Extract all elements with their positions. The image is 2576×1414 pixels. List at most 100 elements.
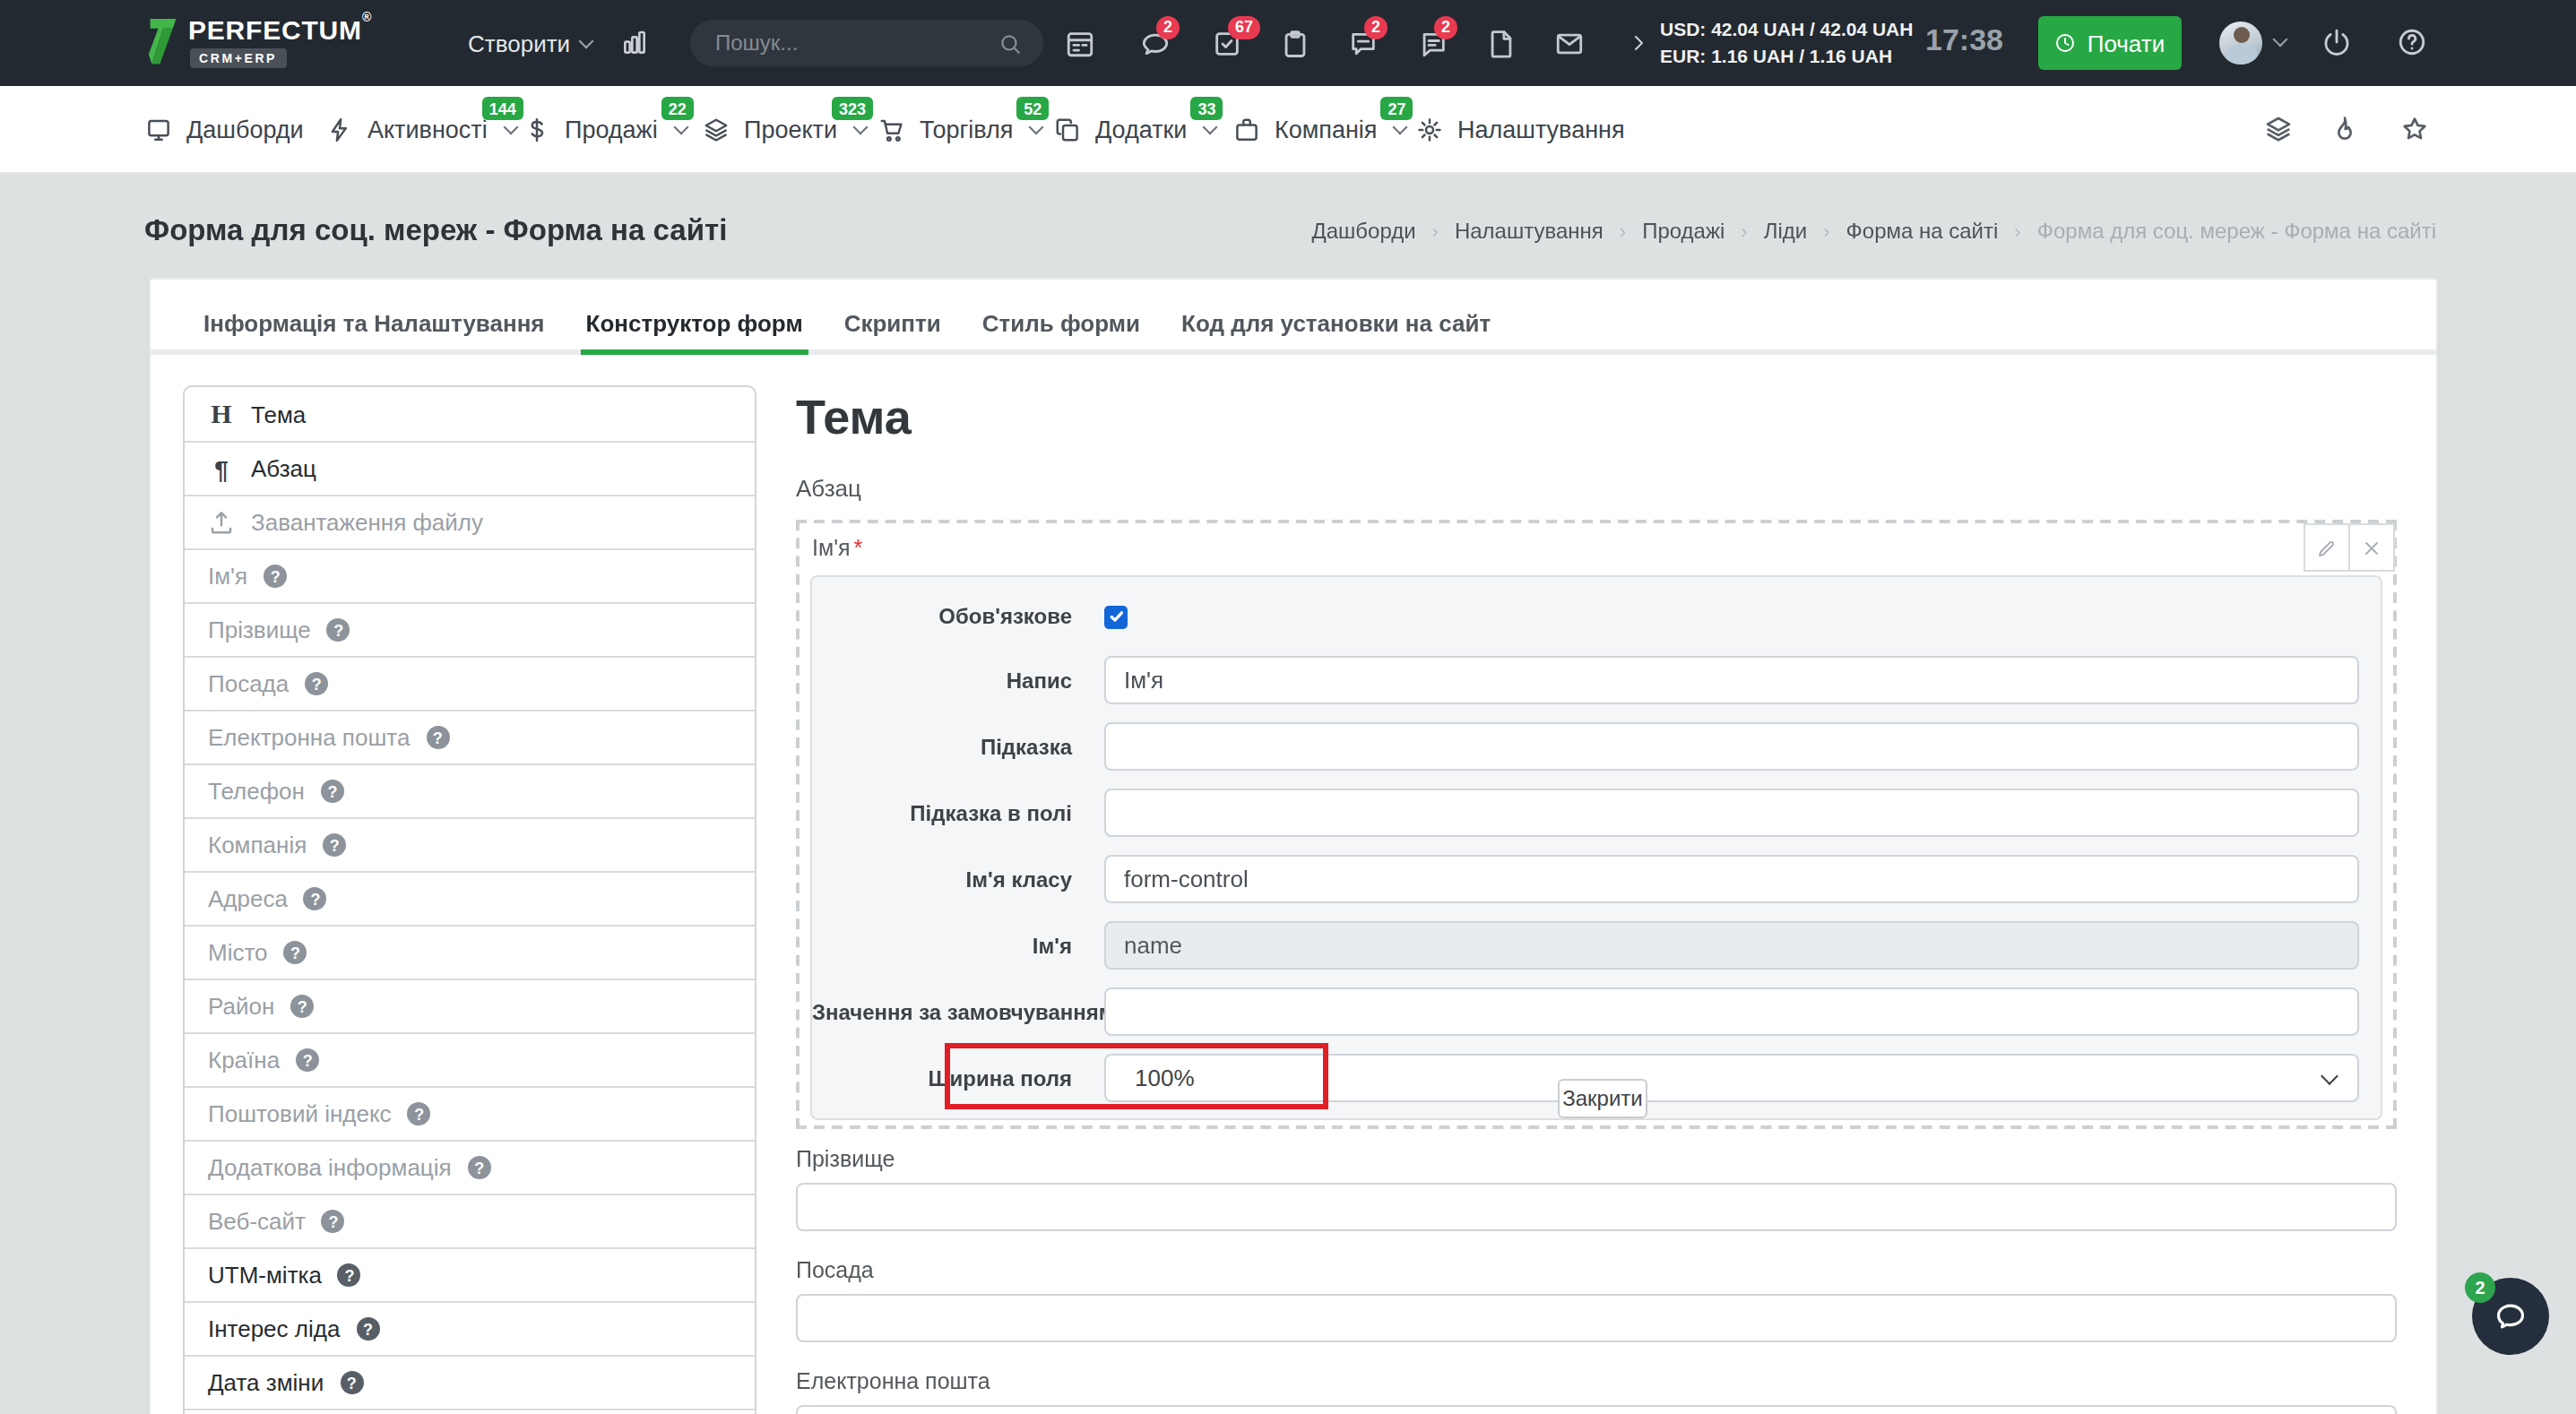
palette-item-position[interactable]: Посада?	[185, 656, 755, 710]
position-input[interactable]	[796, 1294, 2397, 1342]
chevron-right-icon[interactable]	[1628, 32, 1649, 54]
tab-info-settings[interactable]: Інформація та Налаштування	[203, 310, 545, 337]
help-icon: ?	[323, 833, 346, 857]
palette-item-utm[interactable]: UTM-мітка?	[185, 1247, 755, 1301]
bar-chart-icon[interactable]	[620, 29, 649, 57]
nav-item-activities[interactable]: Активності144	[326, 86, 516, 172]
avatar[interactable]	[2219, 22, 2262, 65]
tab-form-style[interactable]: Стиль форми	[982, 310, 1140, 337]
help-icon: ?	[296, 1048, 319, 1072]
palette-item-change-date[interactable]: Дата зміни?	[185, 1355, 755, 1409]
palette-item-first-name[interactable]: Ім'я?	[185, 548, 755, 602]
chat-button[interactable]: 2	[2472, 1278, 2549, 1355]
required-checkbox[interactable]	[1104, 605, 1128, 628]
palette-item-district[interactable]: Район?	[185, 979, 755, 1032]
tab-scripts[interactable]: Скрипти	[844, 310, 941, 337]
field-palette: HТема ¶Абзац Завантаження файлу Ім'я? Пр…	[183, 385, 756, 1414]
palette-item-file-upload[interactable]: Завантаження файлу	[185, 495, 755, 548]
help-icon: ?	[322, 1210, 345, 1233]
create-button[interactable]: Створити	[468, 0, 592, 86]
palette-item-additional-info[interactable]: Додаткова інформація?	[185, 1140, 755, 1194]
class-name-input[interactable]	[1104, 855, 2359, 903]
remove-field-button[interactable]	[2350, 523, 2395, 572]
flame-icon[interactable]	[2330, 115, 2359, 143]
logout-icon[interactable]	[2321, 27, 2352, 57]
nav-item-trade[interactable]: Торгівля52	[878, 86, 1042, 172]
comments-icon[interactable]: 2	[1348, 28, 1379, 58]
nav-badge: 52	[1016, 97, 1049, 120]
palette-item-country[interactable]: Країна?	[185, 1032, 755, 1086]
breadcrumb-item[interactable]: Продажі	[1642, 218, 1725, 243]
search-box[interactable]	[690, 20, 1043, 66]
palette-item-paragraph[interactable]: ¶Абзац	[185, 441, 755, 495]
brand-name: PERFECTUM®	[188, 14, 372, 45]
field-label: Прізвище	[796, 1147, 2397, 1172]
breadcrumb-current: Форма для соц. мереж - Форма на сайті	[2037, 218, 2436, 243]
field-label: Ім'я	[812, 933, 1072, 958]
pencil-icon	[2316, 537, 2338, 558]
palette-item-next[interactable]	[185, 1409, 755, 1414]
start-button[interactable]: Почати	[2038, 16, 2182, 70]
chat-bubble-icon	[2494, 1299, 2528, 1333]
breadcrumb-item[interactable]: Ліди	[1764, 218, 1808, 243]
avatar-chevron-icon[interactable]	[2273, 32, 2288, 47]
placeholder-input[interactable]	[1104, 789, 2359, 837]
dashboard-icon	[145, 116, 172, 142]
nav-item-company[interactable]: Компанія27	[1233, 86, 1406, 172]
help-icon: ?	[327, 618, 350, 642]
field-settings-box: Обов'язкове Напис Підказка Підк	[810, 575, 2382, 1120]
email-input[interactable]	[796, 1405, 2397, 1414]
last-name-input[interactable]	[796, 1183, 2397, 1231]
palette-item-email[interactable]: Електронна пошта?	[185, 710, 755, 763]
breadcrumb-item[interactable]: Форма на сайті	[1846, 218, 1999, 243]
help-icon: ?	[408, 1102, 431, 1125]
field-label: Значення за замовчуванням	[812, 999, 1072, 1024]
breadcrumb-item[interactable]: Дашборди	[1311, 218, 1415, 243]
edit-field-button[interactable]	[2304, 523, 2350, 572]
palette-item-last-name[interactable]: Прізвище?	[185, 602, 755, 656]
help-icon[interactable]	[2397, 27, 2427, 57]
messages-icon[interactable]: 2	[1418, 28, 1448, 58]
nav-item-dashboards[interactable]: Дашборди	[145, 86, 304, 172]
chat-icon[interactable]: 2	[1140, 28, 1171, 58]
default-value-input[interactable]	[1104, 987, 2359, 1036]
nav-item-projects[interactable]: Проекти323	[703, 86, 866, 172]
chevron-down-icon	[503, 119, 518, 134]
search-icon[interactable]	[998, 31, 1022, 55]
calendar-icon[interactable]	[1065, 28, 1095, 58]
stack-icon[interactable]	[2264, 115, 2293, 143]
field-label: Ім'я класу	[812, 867, 1072, 892]
tasks-icon[interactable]: 67	[1212, 28, 1242, 58]
nav-item-sales[interactable]: Продажі22	[523, 86, 687, 172]
palette-item-lead-interest[interactable]: Інтерес ліда?	[185, 1301, 755, 1355]
close-button[interactable]: Закрити	[1558, 1079, 1647, 1118]
nav-item-settings[interactable]: Налаштування	[1416, 86, 1625, 172]
help-icon: ?	[338, 1263, 361, 1287]
tab-install-code[interactable]: Код для установки на сайт	[1181, 310, 1491, 337]
breadcrumb: Дашборди› Налаштування› Продажі› Ліди› Ф…	[1311, 218, 2436, 243]
search-input[interactable]	[712, 29, 998, 57]
help-icon: ?	[284, 941, 307, 964]
mail-icon[interactable]	[1554, 28, 1585, 58]
nav-item-addons[interactable]: Додатки33	[1054, 86, 1215, 172]
caption-input[interactable]	[1104, 656, 2359, 704]
palette-item-phone[interactable]: Телефон?	[185, 763, 755, 817]
palette-item-website[interactable]: Веб-сайт?	[185, 1194, 755, 1247]
chevron-down-icon	[2321, 1067, 2338, 1085]
palette-item-city[interactable]: Місто?	[185, 925, 755, 979]
hint-input[interactable]	[1104, 722, 2359, 771]
clipboard-icon[interactable]	[1280, 28, 1310, 58]
palette-item-address[interactable]: Адреса?	[185, 871, 755, 925]
palette-item-company[interactable]: Компанія?	[185, 817, 755, 871]
breadcrumb-separator: ›	[1741, 220, 1747, 241]
chat-unread-badge: 2	[2465, 1272, 2495, 1303]
palette-item-postal-code[interactable]: Поштовий індекс?	[185, 1086, 755, 1140]
name-input[interactable]	[1104, 921, 2359, 970]
tab-form-builder[interactable]: Конструктор форм	[586, 310, 803, 337]
breadcrumb-item[interactable]: Налаштування	[1455, 218, 1604, 243]
document-icon[interactable]	[1486, 28, 1517, 58]
star-icon[interactable]	[2400, 115, 2429, 143]
palette-item-theme[interactable]: HТема	[185, 387, 755, 441]
field-label: Напис	[812, 668, 1072, 693]
highlight-rectangle	[945, 1043, 1328, 1109]
